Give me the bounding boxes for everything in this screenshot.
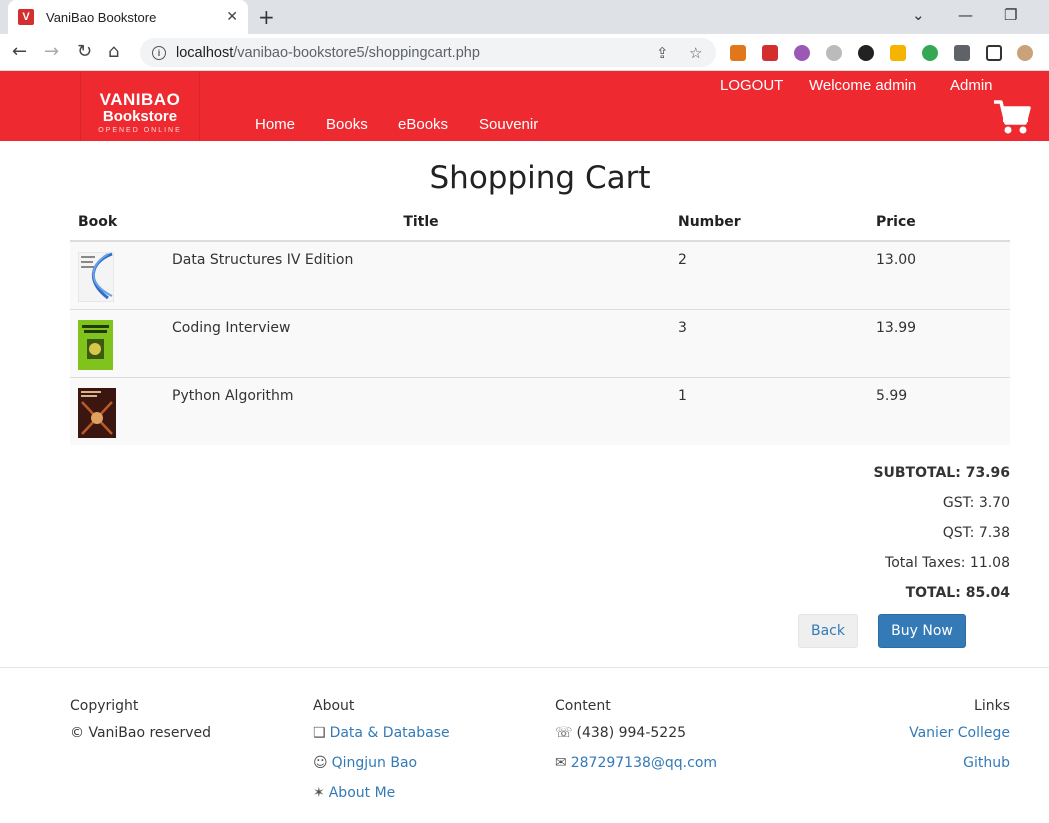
book-title-cell: Data Structures IV Edition (164, 241, 670, 309)
book-title-cell: Python Algorithm (164, 376, 670, 445)
footer-email-link[interactable]: ✉ 287297138@qq.com (555, 755, 717, 771)
metamask-extension-icon[interactable] (730, 45, 746, 61)
book-cover-cell (70, 376, 164, 445)
footer-links-heading: Links (974, 698, 1010, 714)
subtotal: SUBTOTAL: 73.96 (873, 465, 1010, 481)
logo-subname: Bookstore (102, 108, 178, 125)
puzzle-extensions-icon[interactable] (954, 45, 970, 61)
welcome-link[interactable]: Welcome admin (809, 77, 916, 94)
footer-phone: ☏ (438) 994-5225 (555, 725, 687, 741)
nav-books[interactable]: Books (326, 116, 368, 133)
tab-search-icon[interactable]: ⌄ (912, 6, 925, 24)
page-title: Shopping Cart (429, 160, 651, 196)
site-logo[interactable]: VANIBAO Bookstore OPENED ONLINE (80, 71, 200, 141)
square-bullet-icon: ❑ (313, 725, 326, 741)
extension-icon[interactable] (794, 45, 810, 61)
footer-copyright-heading: Copyright (70, 698, 139, 714)
bookmark-star-icon[interactable]: ☆ (689, 44, 702, 62)
url-text: localhost/vanibao-bookstore5/shoppingcar… (176, 44, 480, 61)
share-icon[interactable]: ⇪ (656, 44, 669, 62)
qst: QST: 7.38 (942, 525, 1010, 541)
tab-favicon-icon: V (18, 9, 34, 25)
browser-tab-bar: V VaniBao Bookstore ✕ + ⌄ — ❐ (0, 0, 1049, 34)
logo-tagline: OPENED ONLINE (98, 127, 182, 134)
nav-ebooks[interactable]: eBooks (398, 116, 448, 133)
site-info-icon[interactable]: i (152, 45, 166, 60)
footer-about-heading: About (313, 698, 355, 714)
pdf-extension-icon[interactable] (762, 45, 778, 61)
browser-toolbar: ← → ↻ ⌂ i localhost/vanibao-bookstore5/s… (0, 34, 1049, 71)
footer-link-data-database[interactable]: ❑ Data & Database (313, 725, 450, 741)
back-button[interactable]: Back (798, 614, 858, 648)
logo-name: VANIBAO (99, 90, 181, 109)
book-cover-image[interactable] (78, 387, 116, 438)
book-cover-cell (70, 308, 164, 377)
nav-home[interactable]: Home (255, 116, 295, 133)
extension-icon[interactable] (890, 45, 906, 61)
footer-content-heading: Content (555, 698, 611, 714)
book-cover-image[interactable] (78, 319, 113, 370)
book-price-cell: 5.99 (868, 376, 1010, 445)
nav-souvenir[interactable]: Souvenir (479, 116, 538, 133)
envelope-icon: ✉ (555, 755, 567, 771)
logout-link[interactable]: LOGOUT (720, 77, 783, 94)
table-row: Python Algorithm 1 5.99 (70, 376, 1010, 445)
back-arrow-icon[interactable]: ← (12, 41, 27, 62)
side-panel-icon[interactable] (986, 45, 1002, 61)
footer-link-github[interactable]: Github (963, 755, 1010, 771)
star-icon: ✶ (313, 785, 325, 801)
footer-link-vanier-college[interactable]: Vanier College (909, 725, 1010, 741)
book-number-cell: 3 (670, 308, 868, 377)
book-price-cell: 13.99 (868, 308, 1010, 377)
browser-tab[interactable]: V VaniBao Bookstore ✕ (8, 0, 248, 34)
new-tab-icon[interactable]: + (258, 5, 275, 29)
total-taxes: Total Taxes: 11.08 (885, 555, 1010, 571)
book-title-cell: Coding Interview (164, 308, 670, 377)
extension-icon[interactable] (826, 45, 842, 61)
footer-copyright-text: © VaniBao reserved (70, 725, 211, 741)
home-icon[interactable]: ⌂ (108, 41, 119, 62)
shopping-cart-icon[interactable] (993, 99, 1031, 135)
close-tab-icon[interactable]: ✕ (226, 9, 238, 25)
admin-link[interactable]: Admin (950, 77, 993, 94)
column-header-number: Number (670, 203, 868, 242)
profile-avatar[interactable] (1017, 45, 1033, 61)
table-row: Data Structures IV Edition 2 13.00 (70, 241, 1010, 309)
table-row: Coding Interview 3 13.99 (70, 308, 1010, 377)
total: TOTAL: 85.04 (905, 585, 1010, 601)
gst: GST: 3.70 (942, 495, 1010, 511)
column-header-price: Price (868, 203, 1010, 242)
reload-icon[interactable]: ↻ (77, 41, 92, 62)
footer-link-about-me[interactable]: ✶ About Me (313, 785, 395, 801)
book-cover-cell (70, 241, 164, 309)
address-bar[interactable]: i localhost/vanibao-bookstore5/shoppingc… (140, 38, 716, 67)
forward-arrow-icon[interactable]: → (44, 41, 59, 62)
footer-divider (0, 667, 1049, 668)
column-header-book: Book (70, 203, 164, 242)
buy-now-button[interactable]: Buy Now (878, 614, 966, 648)
book-number-cell: 2 (670, 241, 868, 309)
book-cover-image[interactable] (78, 252, 114, 302)
book-price-cell: 13.00 (868, 241, 1010, 309)
column-header-title: Title (164, 203, 670, 242)
footer-link-qingjun-bao[interactable]: ☺ Qingjun Bao (313, 755, 417, 771)
restore-icon[interactable]: ❐ (1004, 6, 1017, 24)
cart-table: Book Title Number Price Data Structures … (70, 203, 1010, 445)
table-header-row: Book Title Number Price (70, 203, 1010, 242)
site-header: VANIBAO Bookstore OPENED ONLINE LOGOUT W… (0, 71, 1049, 141)
tab-title: VaniBao Bookstore (46, 9, 157, 25)
book-number-cell: 1 (670, 376, 868, 445)
extension-icon[interactable] (922, 45, 938, 61)
phone-icon: ☏ (555, 725, 573, 741)
smiley-icon: ☺ (313, 755, 328, 771)
minimize-icon[interactable]: — (958, 6, 973, 24)
extension-icon[interactable] (858, 45, 874, 61)
